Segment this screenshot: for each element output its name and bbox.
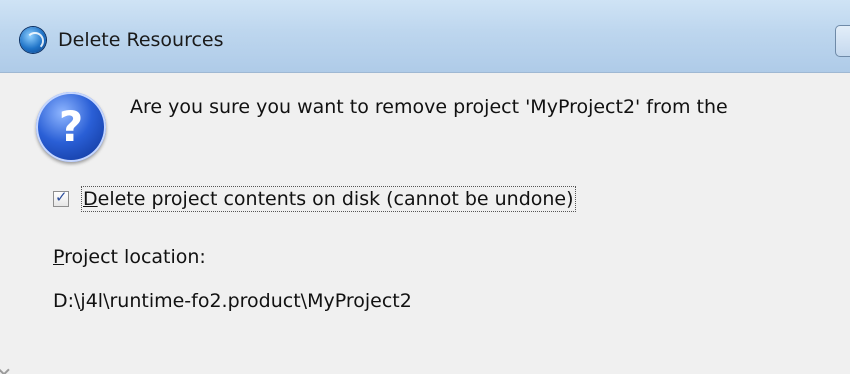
resize-grip-icon[interactable]	[0, 364, 10, 374]
title-bar[interactable]: Delete Resources	[0, 0, 850, 73]
delete-contents-label[interactable]: Delete project contents on disk (cannot …	[81, 186, 576, 212]
delete-resources-dialog: Delete Resources ? Are you sure you want…	[0, 0, 850, 374]
project-location-label: Project location:	[53, 246, 206, 268]
delete-contents-option[interactable]: Delete project contents on disk (cannot …	[53, 186, 576, 212]
delete-contents-checkbox[interactable]	[53, 188, 69, 207]
eclipse-icon	[20, 27, 46, 53]
project-location-value: D:\j4l\runtime-fo2.product\MyProject2	[53, 290, 412, 312]
confirmation-message: Are you sure you want to remove project …	[130, 96, 728, 118]
question-icon: ?	[36, 92, 106, 162]
window-title: Delete Resources	[58, 29, 224, 51]
title-bar-button-edge[interactable]	[835, 25, 850, 57]
